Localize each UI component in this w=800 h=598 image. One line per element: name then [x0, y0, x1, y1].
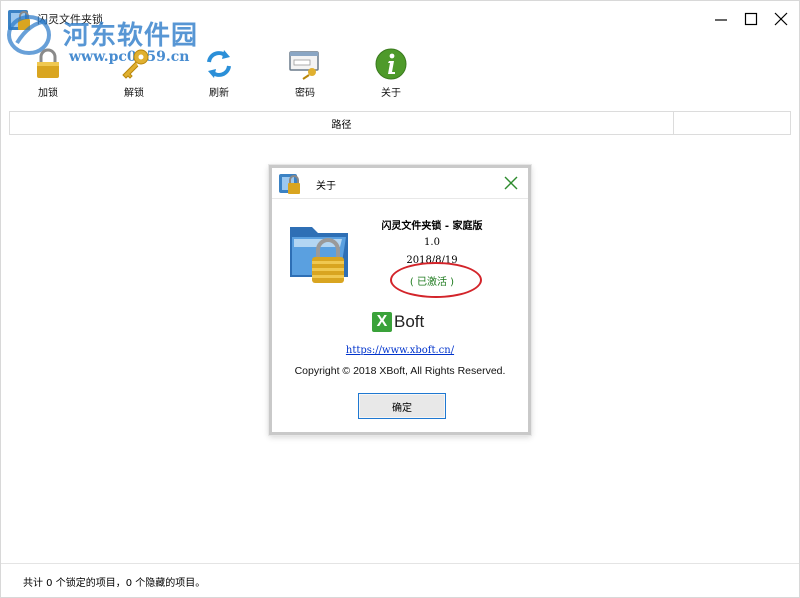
- xboft-logo-mark: X: [372, 312, 392, 332]
- column-header-path[interactable]: 路径: [10, 112, 674, 134]
- copyright-text: Copyright © 2018 XBoft, All Rights Reser…: [294, 365, 506, 377]
- list-header: 路径: [9, 111, 791, 135]
- minimize-icon: [715, 19, 727, 21]
- status-text: 共计 0 个锁定的项目，0 个隐藏的项目。: [23, 578, 206, 589]
- dialog-title: 关于: [316, 181, 336, 192]
- lock-button-label: 加锁: [38, 88, 58, 99]
- close-icon[interactable]: [502, 174, 520, 192]
- dialog-body: 闪灵文件夹锁 - 家庭版 1.0 2018/8/19 ( 已激活 ) X Bof…: [272, 198, 528, 432]
- main-window: 闪灵文件夹锁 河东软件园 www.pc0359.cn 加锁 解锁 刷新 密码 关…: [0, 0, 800, 598]
- password-icon: [289, 51, 319, 80]
- lock-button[interactable]: 加锁: [18, 45, 78, 101]
- close-icon: [774, 12, 788, 26]
- refresh-button[interactable]: 刷新: [189, 45, 249, 101]
- password-button[interactable]: 密码: [275, 45, 335, 101]
- password-button-label: 密码: [295, 88, 315, 99]
- dialog-title-bar: 关于: [272, 168, 528, 198]
- minimize-button[interactable]: [707, 7, 735, 31]
- xboft-logo: X Boft: [372, 309, 424, 335]
- folder-lock-icon: [290, 227, 348, 283]
- info-icon: [375, 48, 407, 80]
- folder-lock-icon: [279, 174, 300, 194]
- key-icon: [122, 49, 149, 79]
- maximize-button[interactable]: [737, 7, 765, 31]
- version-text: 1.0: [424, 237, 440, 248]
- lock-icon: [37, 48, 59, 78]
- refresh-button-label: 刷新: [209, 88, 229, 99]
- annotation-ellipse: [390, 262, 482, 298]
- ok-button[interactable]: 确定: [358, 393, 446, 419]
- product-name: 闪灵文件夹锁 - 家庭版: [381, 221, 483, 232]
- unlock-button-label: 解锁: [124, 88, 144, 99]
- unlock-button[interactable]: 解锁: [104, 45, 164, 101]
- maximize-icon: [744, 12, 758, 26]
- close-button[interactable]: [767, 7, 795, 31]
- about-button-label: 关于: [381, 88, 401, 99]
- about-button[interactable]: 关于: [361, 45, 421, 101]
- refresh-icon: [207, 50, 231, 78]
- toolbar: 加锁 解锁 刷新 密码 关于: [1, 45, 799, 103]
- about-dialog: 关于 闪灵文件夹锁 - 家庭版 1.0 2018/8/19 ( 已激活 ) X …: [269, 165, 531, 435]
- xboft-logo-text: Boft: [394, 312, 425, 331]
- website-link[interactable]: https://www.xboft.cn/: [272, 345, 528, 356]
- status-bar: 共计 0 个锁定的项目，0 个隐藏的项目。: [1, 563, 799, 597]
